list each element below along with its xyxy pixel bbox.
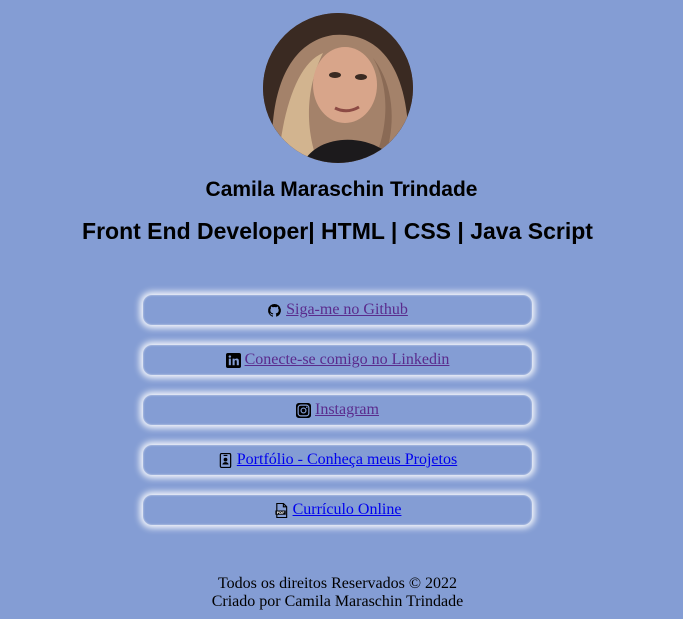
id-badge-icon — [218, 452, 233, 468]
linkedin-icon — [225, 352, 241, 368]
instagram-link[interactable]: Instagram — [315, 401, 379, 419]
linkedin-link[interactable]: Conecte-se comigo no Linkedin — [245, 351, 450, 369]
portfolio-link[interactable]: Portfólio - Conheça meus Projetos — [237, 451, 457, 469]
footer-credit: Criado por Camila Maraschin Trindade — [211, 593, 464, 610]
link-card-instagram[interactable]: Instagram — [143, 395, 532, 425]
link-card-resume[interactable]: PDF Currículo Online — [143, 495, 532, 525]
profile-name: Camila Maraschin Trindade — [205, 178, 478, 201]
resume-link[interactable]: Currículo Online — [293, 501, 402, 519]
github-link[interactable]: Siga-me no Github — [286, 301, 408, 319]
profile-photo-image — [263, 13, 413, 163]
link-list: Siga-me no Github Conecte-se comigo no L… — [143, 295, 532, 545]
link-card-linkedin[interactable]: Conecte-se comigo no Linkedin — [143, 345, 532, 375]
link-card-github[interactable]: Siga-me no Github — [143, 295, 532, 325]
instagram-icon — [296, 402, 311, 418]
link-card-portfolio[interactable]: Portfólio - Conheça meus Projetos — [143, 445, 532, 475]
profile-role: Front End Developer| HTML | CSS | Java S… — [82, 218, 593, 244]
profile-photo — [263, 13, 413, 163]
pdf-file-icon: PDF — [274, 502, 289, 518]
footer-copyright: Todos os direitos Reservados © 2022 — [217, 575, 457, 592]
footer: Todos os direitos Reservados © 2022 Cria… — [0, 575, 675, 611]
github-icon — [267, 303, 282, 318]
svg-text:PDF: PDF — [276, 510, 285, 514]
